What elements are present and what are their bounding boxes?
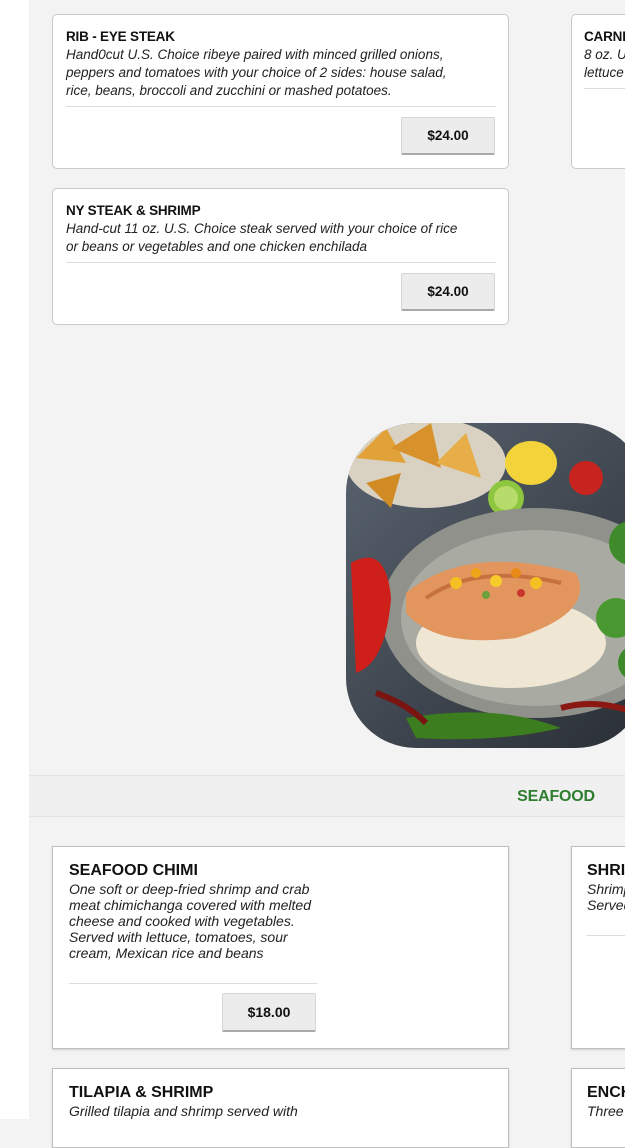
menu-item-shrimp: SHRI Shrimp Served	[571, 846, 625, 1049]
menu-item-carni: CARNI 8 oz. U lettuce	[571, 14, 625, 169]
left-margin	[0, 0, 29, 1119]
item-name: SEAFOOD CHIMI	[69, 862, 198, 879]
desc-line: One soft or deep-fried shrimp and crab	[69, 881, 310, 897]
item-description: 8 oz. U lettuce	[584, 46, 625, 82]
price-button[interactable]: $24.00	[401, 117, 495, 155]
desc-line: Served	[587, 897, 625, 913]
desc-line: cream, Mexican rice and beans	[69, 945, 264, 961]
desc-line: Three	[587, 1103, 624, 1119]
desc-line: 8 oz. U	[584, 47, 625, 62]
item-description: Three	[587, 1103, 625, 1119]
divider	[584, 88, 625, 89]
desc-line: cheese and cooked with vegetables.	[69, 913, 295, 929]
desc-line: lettuce	[584, 65, 624, 80]
menu-item-rib-eye-steak: RIB - EYE STEAK Hand0cut U.S. Choice rib…	[52, 14, 509, 169]
menu-item-enchiladas: ENCH Three	[571, 1068, 625, 1148]
menu-item-seafood-chimi: SEAFOOD CHIMI One soft or deep-fried shr…	[52, 846, 509, 1049]
item-description: Hand-cut 11 oz. U.S. Choice steak served…	[66, 220, 496, 256]
food-illustration	[346, 423, 625, 740]
item-name: RIB - EYE STEAK	[66, 29, 175, 44]
desc-line: Hand-cut 11 oz. U.S. Choice steak served…	[66, 221, 458, 236]
desc-line: rice, beans, broccoli and zucchini or ma…	[66, 83, 392, 98]
salmon-dish-photo	[346, 423, 625, 748]
item-name: TILAPIA & SHRIMP	[69, 1084, 214, 1101]
price-button[interactable]: $24.00	[401, 273, 495, 311]
divider	[66, 262, 496, 263]
desc-line: Grilled tilapia and shrimp served with	[69, 1103, 298, 1119]
desc-line: meat chimichanga covered with melted	[69, 897, 312, 913]
desc-line: Hand0cut U.S. Choice ribeye paired with …	[66, 47, 444, 62]
menu-item-tilapia-shrimp: TILAPIA & SHRIMP Grilled tilapia and shr…	[52, 1068, 509, 1148]
desc-line: Served with lettuce, tomatoes, sour	[69, 929, 288, 945]
desc-line: peppers and tomatoes with your choice of…	[66, 65, 447, 80]
section-title: SEAFOOD	[517, 788, 595, 805]
item-name: SHRI	[587, 862, 625, 879]
section-header-seafood: SEAFOOD	[29, 775, 625, 817]
item-name: CARNI	[584, 29, 625, 44]
item-name: NY STEAK & SHRIMP	[66, 203, 201, 218]
divider	[66, 106, 496, 107]
divider	[69, 983, 317, 984]
item-name: ENCH	[587, 1084, 625, 1101]
item-description: Hand0cut U.S. Choice ribeye paired with …	[66, 46, 496, 100]
item-description: Grilled tilapia and shrimp served with	[69, 1103, 369, 1119]
desc-line: or beans or vegetables and one chicken e…	[66, 239, 367, 254]
item-description: Shrimp Served	[587, 881, 625, 913]
desc-line: Shrimp	[587, 881, 625, 897]
price-button[interactable]: $18.00	[222, 993, 316, 1032]
item-description: One soft or deep-fried shrimp and crab m…	[69, 881, 329, 961]
divider	[587, 935, 625, 936]
menu-item-ny-steak-shrimp: NY STEAK & SHRIMP Hand-cut 11 oz. U.S. C…	[52, 188, 509, 325]
